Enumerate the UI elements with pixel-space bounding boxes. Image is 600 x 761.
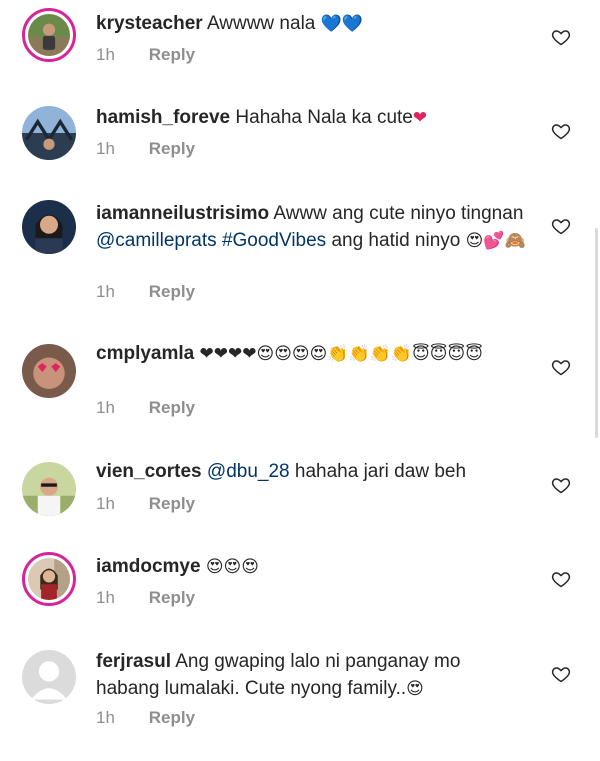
comment-text: krysteacher Awwww nala 💙💙 — [96, 10, 526, 38]
comment-time: 1h — [96, 282, 115, 301]
comment-body: Awwww nala — [206, 13, 316, 34]
avatar[interactable] — [22, 106, 76, 160]
default-avatar-icon[interactable] — [22, 650, 76, 704]
comment-meta: 1h Reply — [96, 708, 195, 728]
comment-username[interactable]: iamdocmye — [96, 556, 201, 577]
reply-button[interactable]: Reply — [149, 139, 195, 158]
comment-item: iamanneilustrisimo Awww ang cute ninyo t… — [0, 190, 600, 330]
avatar-photo — [28, 558, 70, 600]
comment-item: krysteacher Awwww nala 💙💙 1h Reply — [0, 0, 600, 94]
reply-button[interactable]: Reply — [149, 398, 195, 417]
comment-emoji: 😍💕🙈 — [465, 231, 526, 251]
comment-emoji: ❤❤❤❤😍😍😍😍👏👏👏👏😇😇😇😇 — [199, 344, 483, 364]
comment-emoji: 😍😍😍 — [205, 557, 259, 577]
comment-time: 1h — [96, 588, 115, 607]
heart-outline-icon[interactable] — [551, 27, 571, 47]
comment-username[interactable]: hamish_foreve — [96, 107, 230, 128]
comment-time: 1h — [96, 398, 115, 417]
comment-meta: 1h Reply — [96, 494, 195, 514]
comment-text: cmplyamla ❤❤❤❤😍😍😍😍👏👏👏👏😇😇😇😇 — [96, 340, 526, 368]
comment-username[interactable]: cmplyamla — [96, 343, 194, 364]
comment-item: iamdocmye 😍😍😍 1h Reply — [0, 548, 600, 642]
reply-button[interactable]: Reply — [149, 708, 195, 727]
reply-button[interactable]: Reply — [149, 45, 195, 64]
comment-meta: 1h Reply — [96, 398, 195, 418]
comment-time: 1h — [96, 45, 115, 64]
avatar-photo — [22, 200, 76, 254]
comment-emoji: 😍 — [406, 679, 424, 699]
comment-username[interactable]: ferjrasul — [96, 651, 171, 672]
comment-text: vien_cortes @dbu_28 hahaha jari daw beh — [96, 458, 526, 485]
comment-meta: 1h Reply — [96, 588, 195, 608]
reply-button[interactable]: Reply — [149, 494, 195, 513]
comment-mention[interactable]: @camilleprats — [96, 230, 217, 251]
avatar[interactable] — [22, 462, 76, 516]
comment-meta: 1h Reply — [96, 139, 195, 159]
comment-text: ferjrasul Ang gwaping lalo ni panganay m… — [96, 648, 526, 703]
comment-body: Awww ang cute ninyo tingnan — [273, 203, 524, 224]
heart-outline-icon[interactable] — [551, 664, 571, 684]
heart-outline-icon[interactable] — [551, 475, 571, 495]
comment-meta: 1h Reply — [96, 282, 195, 302]
reply-button[interactable]: Reply — [149, 282, 195, 301]
scrollbar[interactable] — [595, 228, 598, 438]
avatar[interactable] — [22, 344, 76, 398]
comment-username[interactable]: iamanneilustrisimo — [96, 203, 269, 224]
heart-outline-icon[interactable] — [551, 121, 571, 141]
comment-text: hamish_foreve Hahaha Nala ka cute❤ — [96, 104, 526, 132]
comment-item: cmplyamla ❤❤❤❤😍😍😍😍👏👏👏👏😇😇😇😇 1h Reply — [0, 330, 600, 454]
comment-text: iamanneilustrisimo Awww ang cute ninyo t… — [96, 200, 526, 255]
avatar-photo — [22, 106, 76, 160]
comment-body-end: ang hatid ninyo — [331, 230, 461, 251]
comment-body: Hahaha Nala ka cute — [235, 107, 413, 128]
comment-item: hamish_foreve Hahaha Nala ka cute❤ 1h Re… — [0, 94, 600, 190]
comment-time: 1h — [96, 708, 115, 727]
comment-time: 1h — [96, 494, 115, 513]
reply-button[interactable]: Reply — [149, 588, 195, 607]
comment-emoji: 💙💙 — [320, 14, 363, 34]
comment-mention[interactable]: @dbu_28 — [207, 461, 290, 482]
comment-item: vien_cortes @dbu_28 hahaha jari daw beh … — [0, 454, 600, 548]
avatar-photo — [22, 462, 76, 516]
avatar[interactable] — [22, 200, 76, 254]
comment-username[interactable]: vien_cortes — [96, 461, 202, 482]
comment-meta: 1h Reply — [96, 45, 195, 65]
heart-outline-icon[interactable] — [551, 569, 571, 589]
comment-hashtag[interactable]: #GoodVibes — [222, 230, 326, 251]
comment-time: 1h — [96, 139, 115, 158]
comment-item: ferjrasul Ang gwaping lalo ni panganay m… — [0, 642, 600, 761]
heart-outline-icon[interactable] — [551, 357, 571, 377]
comment-body: hahaha jari daw beh — [294, 461, 467, 482]
avatar-photo — [22, 344, 76, 398]
heart-outline-icon[interactable] — [551, 216, 571, 236]
comment-text: iamdocmye 😍😍😍 — [96, 553, 526, 581]
avatar[interactable] — [22, 552, 76, 606]
comment-username[interactable]: krysteacher — [96, 13, 203, 34]
comment-emoji: ❤ — [412, 108, 428, 128]
avatar-photo — [28, 14, 70, 56]
avatar[interactable] — [22, 8, 76, 62]
